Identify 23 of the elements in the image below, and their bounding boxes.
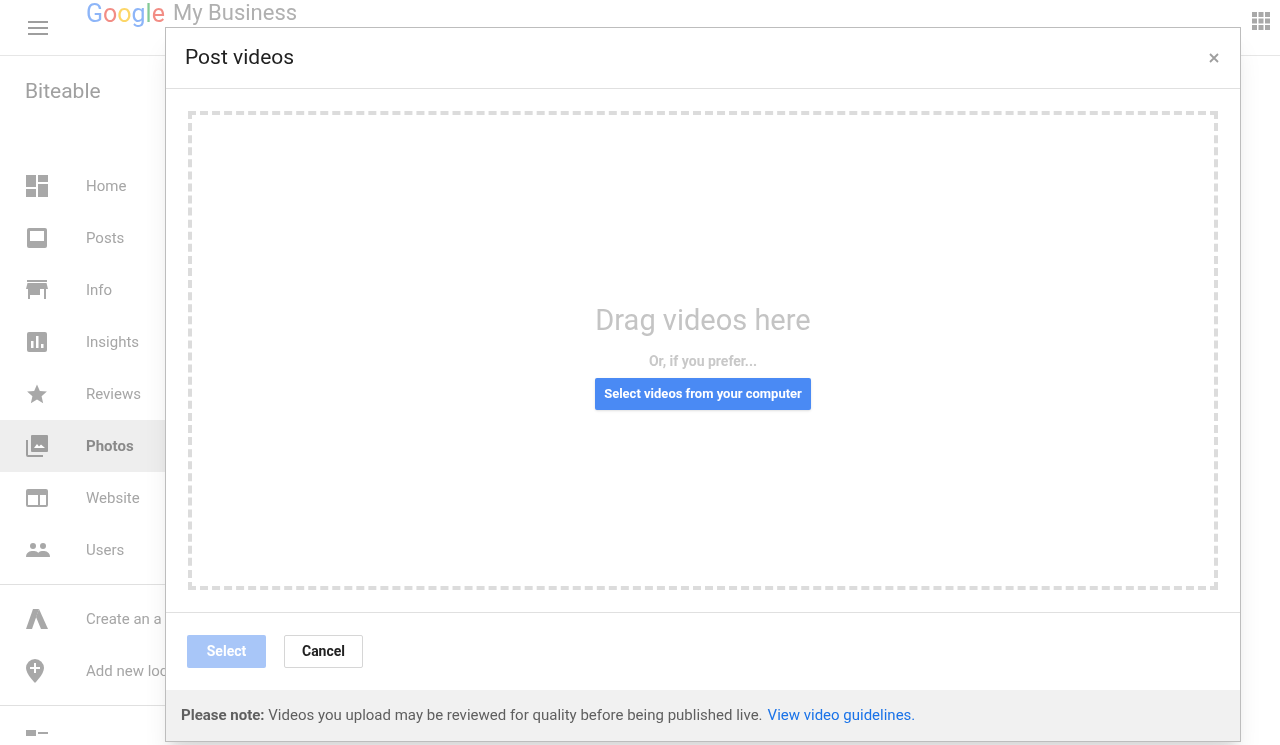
close-icon[interactable] <box>1209 53 1219 63</box>
add-location-icon <box>26 659 44 683</box>
menu-icon[interactable] <box>28 20 48 35</box>
business-name: Biteable <box>25 79 101 103</box>
note-text: Please note: Videos you upload may be reviewed for quality before being published live. <box>181 705 763 727</box>
star-icon <box>26 383 48 405</box>
cancel-button[interactable]: Cancel <box>284 635 363 668</box>
select-videos-button[interactable]: Select videos from your computer <box>595 377 811 410</box>
google-logo: Google <box>86 1 165 26</box>
storefront-icon <box>26 280 48 300</box>
drop-heading: Drag videos here <box>595 302 811 340</box>
apps-grid-icon[interactable] <box>1252 11 1270 30</box>
browser-window-icon <box>26 489 48 507</box>
triangle-logo-icon <box>26 609 48 629</box>
list-icon <box>26 730 48 736</box>
people-icon <box>26 543 50 557</box>
bar-chart-icon <box>26 331 48 353</box>
dialog-title: Post videos <box>185 44 295 72</box>
photo-library-icon <box>26 435 48 457</box>
guidelines-link[interactable]: View video guidelines. <box>767 704 916 727</box>
product-name: My Business <box>172 1 298 25</box>
post-icon <box>26 227 48 249</box>
dashboard-icon <box>26 175 48 197</box>
